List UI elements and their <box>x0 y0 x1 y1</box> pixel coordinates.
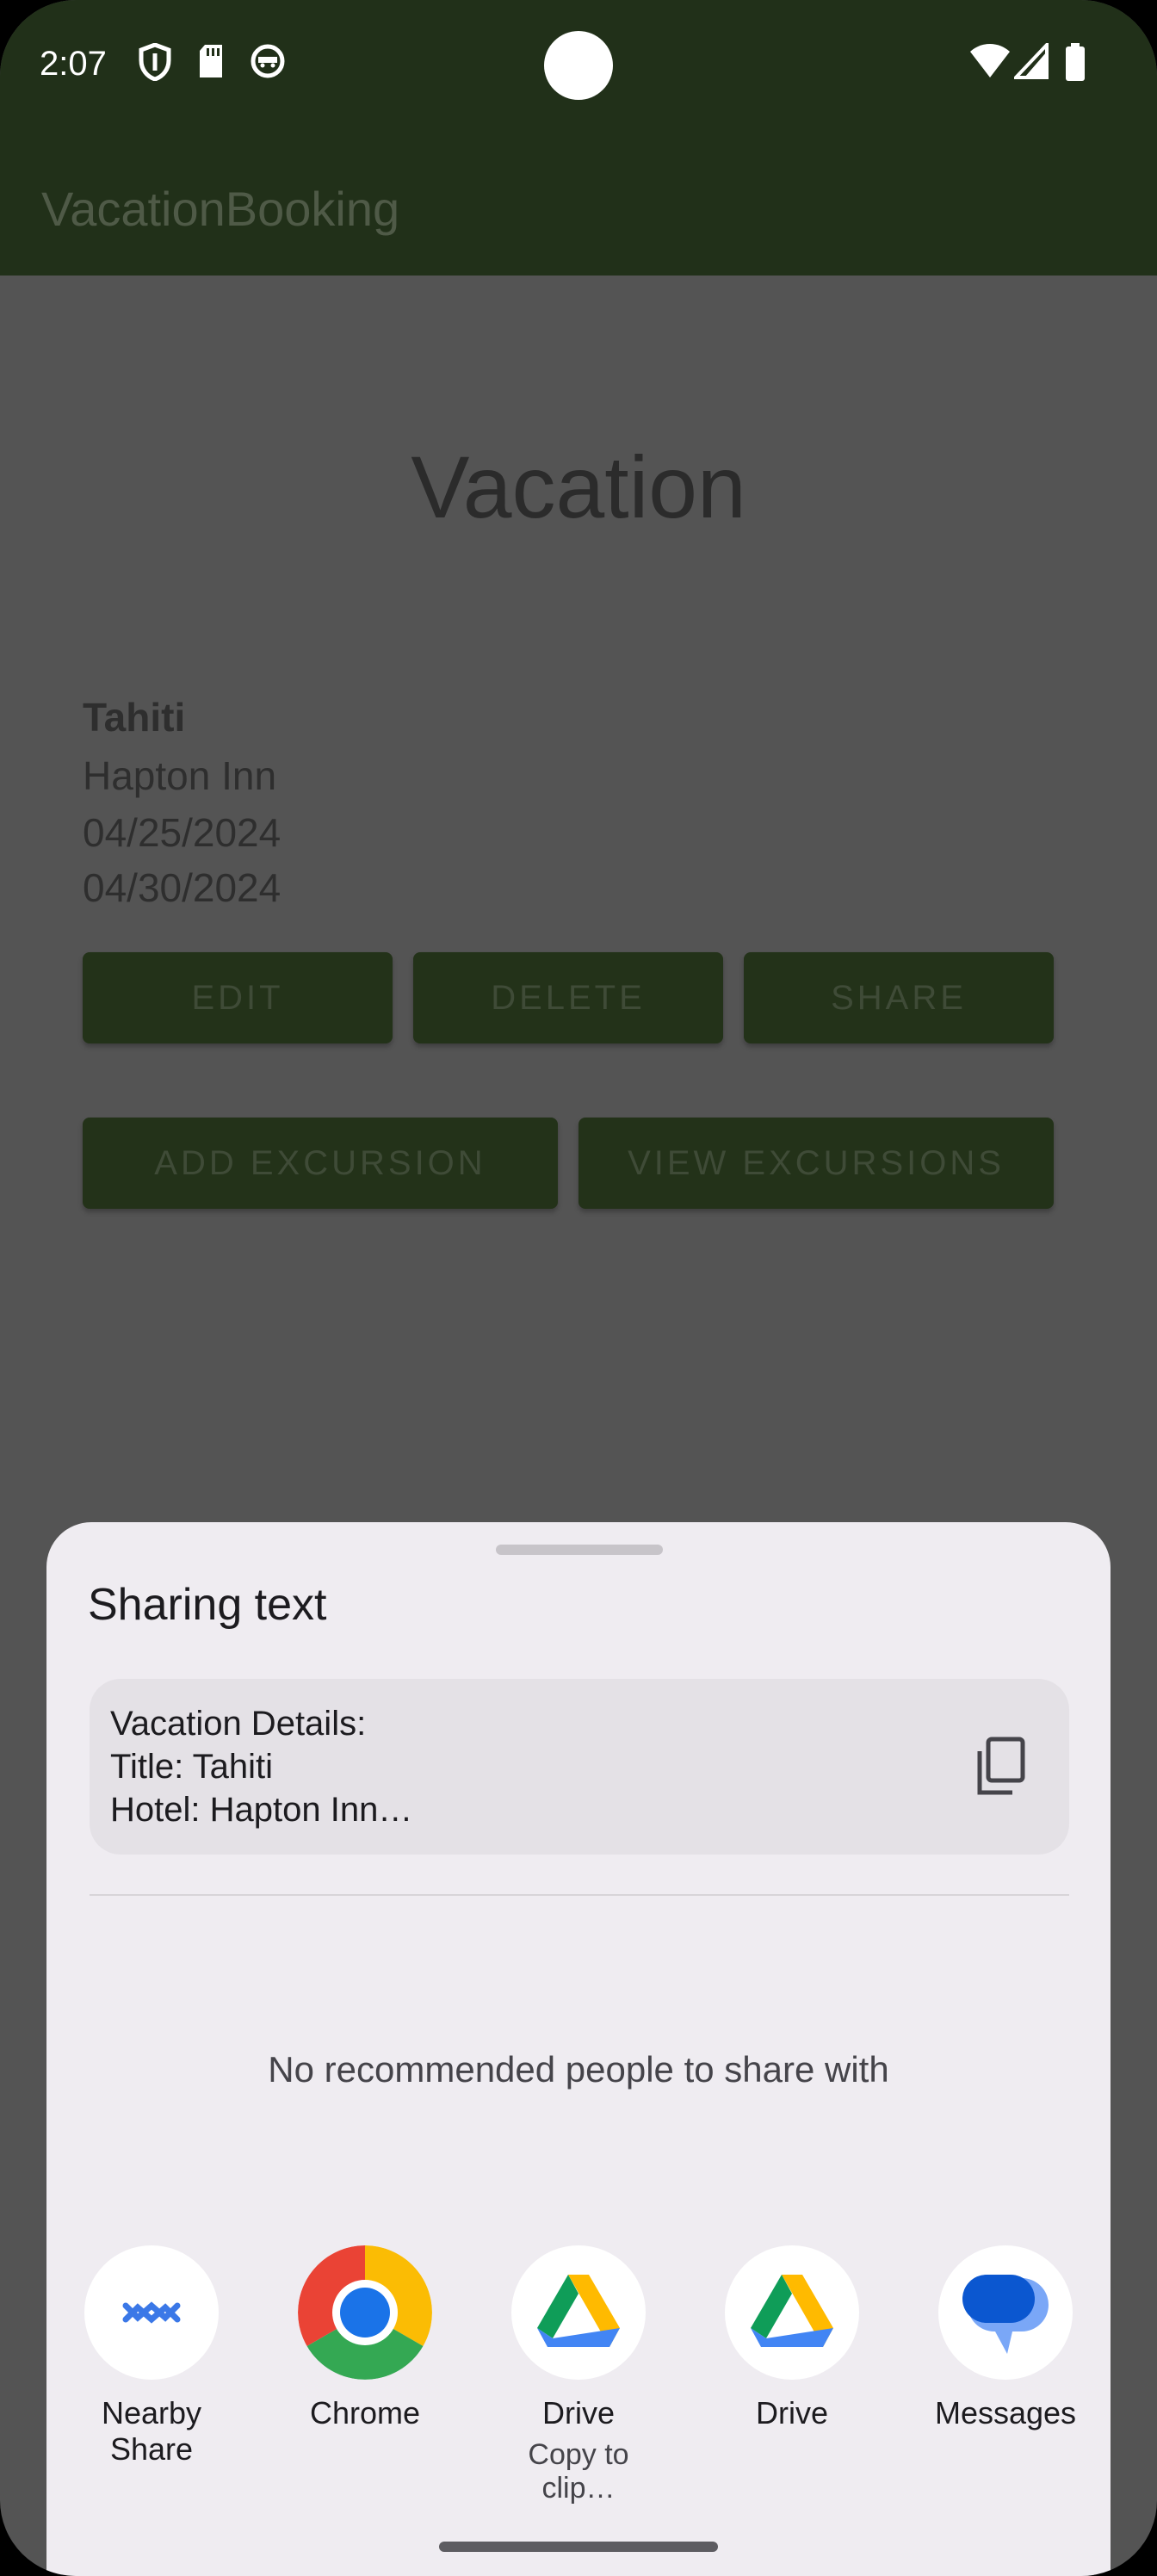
shield-icon <box>138 42 172 85</box>
status-time: 2:07 <box>40 45 107 83</box>
share-target-chrome[interactable]: Chrome <box>279 2245 451 2431</box>
drag-handle[interactable] <box>496 1545 663 1555</box>
drive-icon <box>511 2245 646 2380</box>
battery-icon <box>1064 43 1086 85</box>
status-bar: 2:07 <box>0 0 1157 129</box>
share-button[interactable]: SHARE <box>744 952 1054 1043</box>
vacation-end-date: 04/30/2024 <box>83 865 282 910</box>
sd-card-icon <box>196 43 226 84</box>
target-label: Nearby Share <box>101 2395 202 2467</box>
screen: 2:07 VacationBooking Vacation Tahiti Hap… <box>0 0 1157 2576</box>
no-recommendations-message: No recommended people to share with <box>268 2049 889 2090</box>
nearby-share-icon <box>84 2245 219 2380</box>
android-face-icon <box>250 43 286 84</box>
preview-line: Vacation Details: <box>110 1705 367 1743</box>
divider <box>90 1894 1069 1896</box>
view-excursions-button[interactable]: VIEW EXCURSIONS <box>578 1118 1054 1209</box>
delete-button[interactable]: DELETE <box>413 952 723 1043</box>
target-label: Drive <box>541 2395 615 2430</box>
messages-icon <box>938 2245 1073 2380</box>
add-excursion-button[interactable]: ADD EXCURSION <box>83 1118 558 1209</box>
camera-cutout <box>544 31 613 100</box>
app-title: VacationBooking <box>41 182 400 236</box>
share-target-drive[interactable]: Drive <box>706 2245 878 2431</box>
page-title: Vacation <box>411 438 746 536</box>
share-sheet: Sharing text Vacation Details: Title: Ta… <box>46 1522 1111 2576</box>
share-sheet-title: Sharing text <box>88 1580 327 1630</box>
drive-icon <box>725 2245 859 2380</box>
share-target-messages[interactable]: Messages <box>919 2245 1092 2431</box>
share-text-preview: Vacation Details: Title: Tahiti Hotel: H… <box>90 1679 1069 1855</box>
preview-line: Hotel: Hapton Inn… <box>110 1791 413 1829</box>
vacation-title: Tahiti <box>83 695 186 740</box>
target-label: Drive <box>755 2395 828 2430</box>
copy-icon[interactable] <box>968 1732 1036 1801</box>
app-bar: VacationBooking <box>0 129 1157 276</box>
gesture-bar[interactable] <box>439 2542 718 2552</box>
chrome-icon <box>298 2245 432 2380</box>
target-sublabel: Copy to clip… <box>528 2438 629 2505</box>
preview-line: Title: Tahiti <box>110 1748 273 1786</box>
vacation-start-date: 04/25/2024 <box>83 810 282 855</box>
edit-button[interactable]: EDIT <box>83 952 393 1043</box>
wifi-icon <box>969 43 1011 84</box>
target-label: Messages <box>934 2395 1077 2430</box>
signal-icon <box>1012 40 1049 84</box>
share-target-nearby-share[interactable]: Nearby Share <box>65 2245 238 2468</box>
vacation-hotel: Hapton Inn <box>83 753 277 798</box>
target-label: Chrome <box>309 2395 421 2430</box>
share-target-drive-copy[interactable]: Drive Copy to clip… <box>492 2245 665 2505</box>
